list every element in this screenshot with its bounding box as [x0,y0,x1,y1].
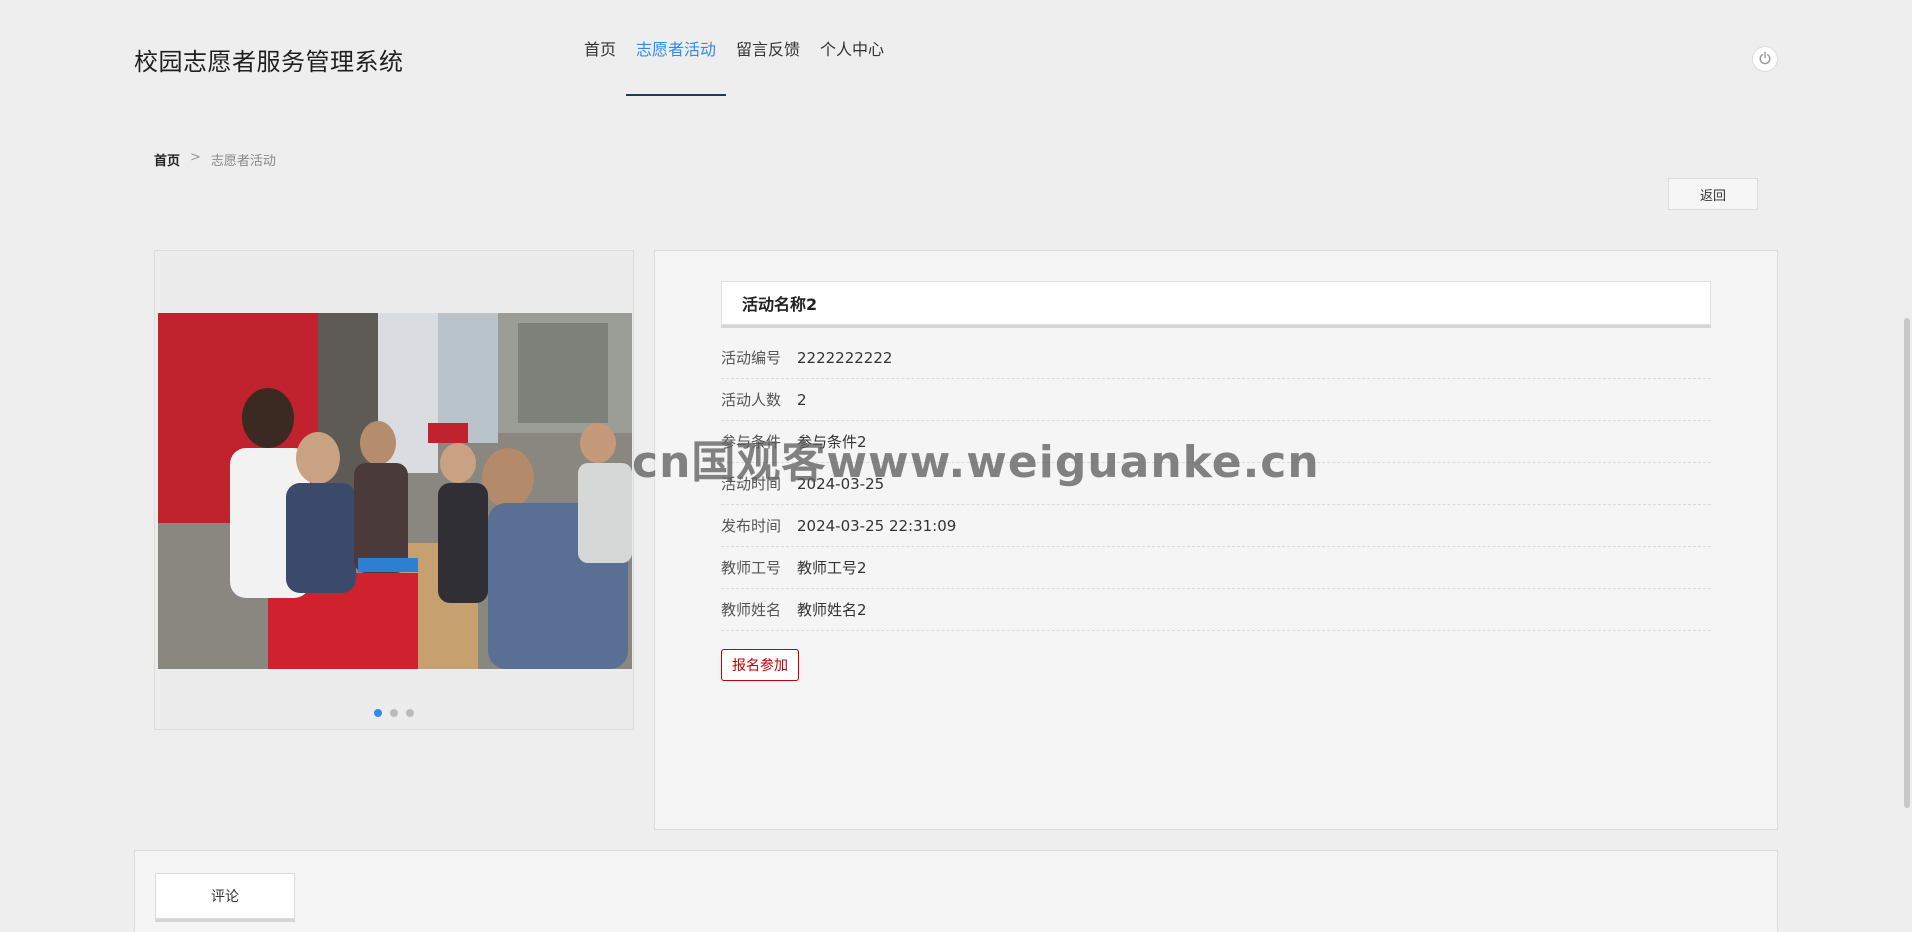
info-label: 发布时间 [721,517,782,535]
tab-comments[interactable]: 评论 [155,873,295,919]
info-label: 活动人数 [721,391,782,409]
nav-item-feedback[interactable]: 留言反馈 [726,0,810,96]
page-scrollbar[interactable] [1904,318,1910,808]
carousel-dot-3[interactable] [406,709,414,717]
info-row-activity-time: 活动时间 2024-03-25 [721,463,1711,505]
info-row-publish-time: 发布时间 2024-03-25 22:31:09 [721,505,1711,547]
nav-item-personal-center[interactable]: 个人中心 [810,0,894,96]
activity-photo [158,313,632,669]
image-carousel [154,250,634,730]
carousel-dot-2[interactable] [390,709,398,717]
activity-info-list: 活动编号 2222222222 活动人数 2 参与条件 参与条件2 活动时间 2… [721,337,1711,631]
info-row-teacher-name: 教师姓名 教师姓名2 [721,589,1711,631]
info-row-teacher-id: 教师工号 教师工号2 [721,547,1711,589]
info-label: 教师姓名 [721,601,782,619]
site-title: 校园志愿者服务管理系统 [134,48,404,76]
info-row-participant-count: 活动人数 2 [721,379,1711,421]
comments-section: 评论 [134,850,1778,932]
info-label: 活动编号 [721,349,782,367]
info-value: 2024-03-25 [797,474,885,493]
activity-detail-panel: 活动名称2 活动编号 2222222222 活动人数 2 参与条件 参与条件2 … [654,250,1778,830]
logout-button[interactable] [1752,46,1778,72]
info-value: 参与条件2 [797,433,867,451]
header: 校园志愿者服务管理系统 首页 志愿者活动 留言反馈 个人中心 [0,0,1912,96]
info-value: 2222222222 [797,348,893,367]
activity-name: 活动名称2 [721,281,1711,325]
info-label: 活动时间 [721,475,782,493]
info-label: 教师工号 [721,559,782,577]
signup-button[interactable]: 报名参加 [721,649,799,681]
info-label: 参与条件 [721,433,782,451]
carousel-dot-1[interactable] [374,709,382,717]
info-value: 教师姓名2 [797,601,867,619]
info-row-requirements: 参与条件 参与条件2 [721,421,1711,463]
nav-item-home[interactable]: 首页 [574,0,626,96]
info-value: 2024-03-25 22:31:09 [797,516,957,535]
carousel-dots [155,709,633,717]
info-row-activity-number: 活动编号 2222222222 [721,337,1711,379]
breadcrumb-home[interactable]: 首页 [154,150,180,169]
nav-item-volunteer-activities[interactable]: 志愿者活动 [626,0,727,96]
back-button[interactable]: 返回 [1668,178,1758,210]
breadcrumb: 首页 > 志愿者活动 [154,150,276,169]
breadcrumb-separator: > [190,150,201,165]
breadcrumb-current: 志愿者活动 [210,154,276,169]
power-icon [1758,50,1772,69]
info-value: 2 [797,390,807,409]
info-value: 教师工号2 [797,559,867,577]
main-nav: 首页 志愿者活动 留言反馈 个人中心 [574,0,894,96]
